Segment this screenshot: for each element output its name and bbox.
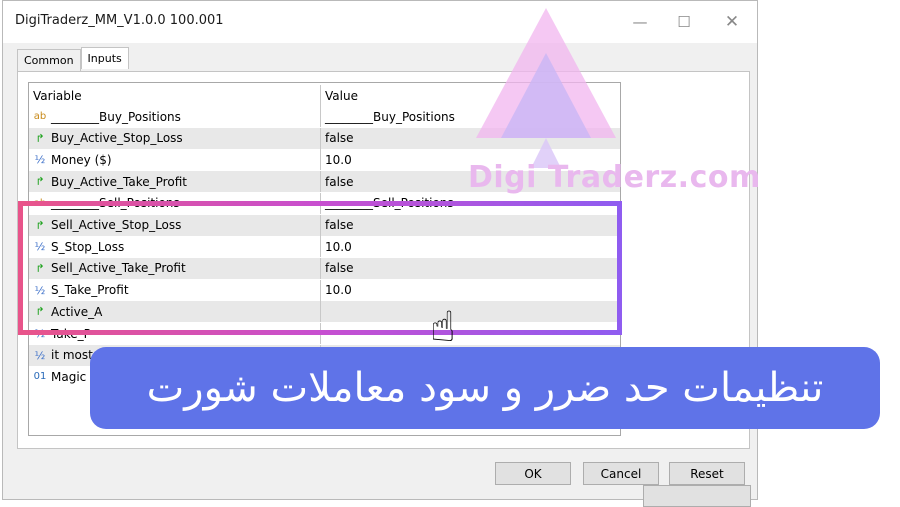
ok-button[interactable]: OK: [495, 462, 571, 485]
title-bar: DigiTraderz_MM_V1.0.0 100.001 — ☐ ✕: [3, 1, 757, 43]
variable-name: ________Buy_Positions: [51, 109, 181, 124]
minimize-icon: —: [632, 13, 648, 31]
caption-banner: تنظیمات حد ضرر و سود معاملات شورت: [90, 347, 880, 429]
caption-text: تنظیمات حد ضرر و سود معاملات شورت: [146, 365, 824, 411]
ab-icon: ab: [33, 111, 47, 122]
pointing-hand-icon: ☝: [430, 302, 456, 351]
window-title: DigiTraderz_MM_V1.0.0 100.001: [15, 13, 224, 28]
fraction-icon: ½: [34, 153, 46, 167]
variable-name: Money ($): [51, 152, 112, 167]
variable-cell: ↱ Buy_Active_Take_Profit: [29, 171, 321, 193]
column-header-variable: Variable: [29, 85, 321, 106]
tab-common[interactable]: Common: [17, 49, 81, 71]
sell-positions-highlight: [18, 201, 622, 335]
cancel-button[interactable]: Cancel: [583, 462, 659, 485]
minimize-button[interactable]: —: [625, 11, 655, 33]
variable-name: Buy_Active_Take_Profit: [51, 174, 187, 189]
green-arrow-icon: ↱: [35, 131, 45, 145]
fraction-icon: ½: [34, 348, 46, 362]
reset-button[interactable]: Reset: [669, 462, 745, 485]
variable-name: it most: [51, 348, 93, 363]
tab-inputs[interactable]: Inputs: [80, 47, 129, 69]
close-button[interactable]: ✕: [717, 11, 747, 33]
maximize-button[interactable]: ☐: [669, 11, 699, 33]
variable-name: Buy_Active_Stop_Loss: [51, 131, 183, 146]
watermark-text: Digi Traderz.com: [468, 160, 761, 195]
tab-bar: Common Inputs: [17, 47, 129, 71]
side-button[interactable]: [643, 485, 751, 507]
variable-cell: ab ________Buy_Positions: [29, 106, 321, 127]
variable-cell: ↱ Buy_Active_Stop_Loss: [29, 127, 321, 149]
variable-cell: ½ Money ($): [29, 149, 321, 171]
integer-icon: 01: [33, 371, 47, 383]
maximize-icon: ☐: [677, 13, 691, 31]
close-icon: ✕: [724, 12, 740, 32]
green-arrow-icon: ↱: [35, 175, 45, 189]
